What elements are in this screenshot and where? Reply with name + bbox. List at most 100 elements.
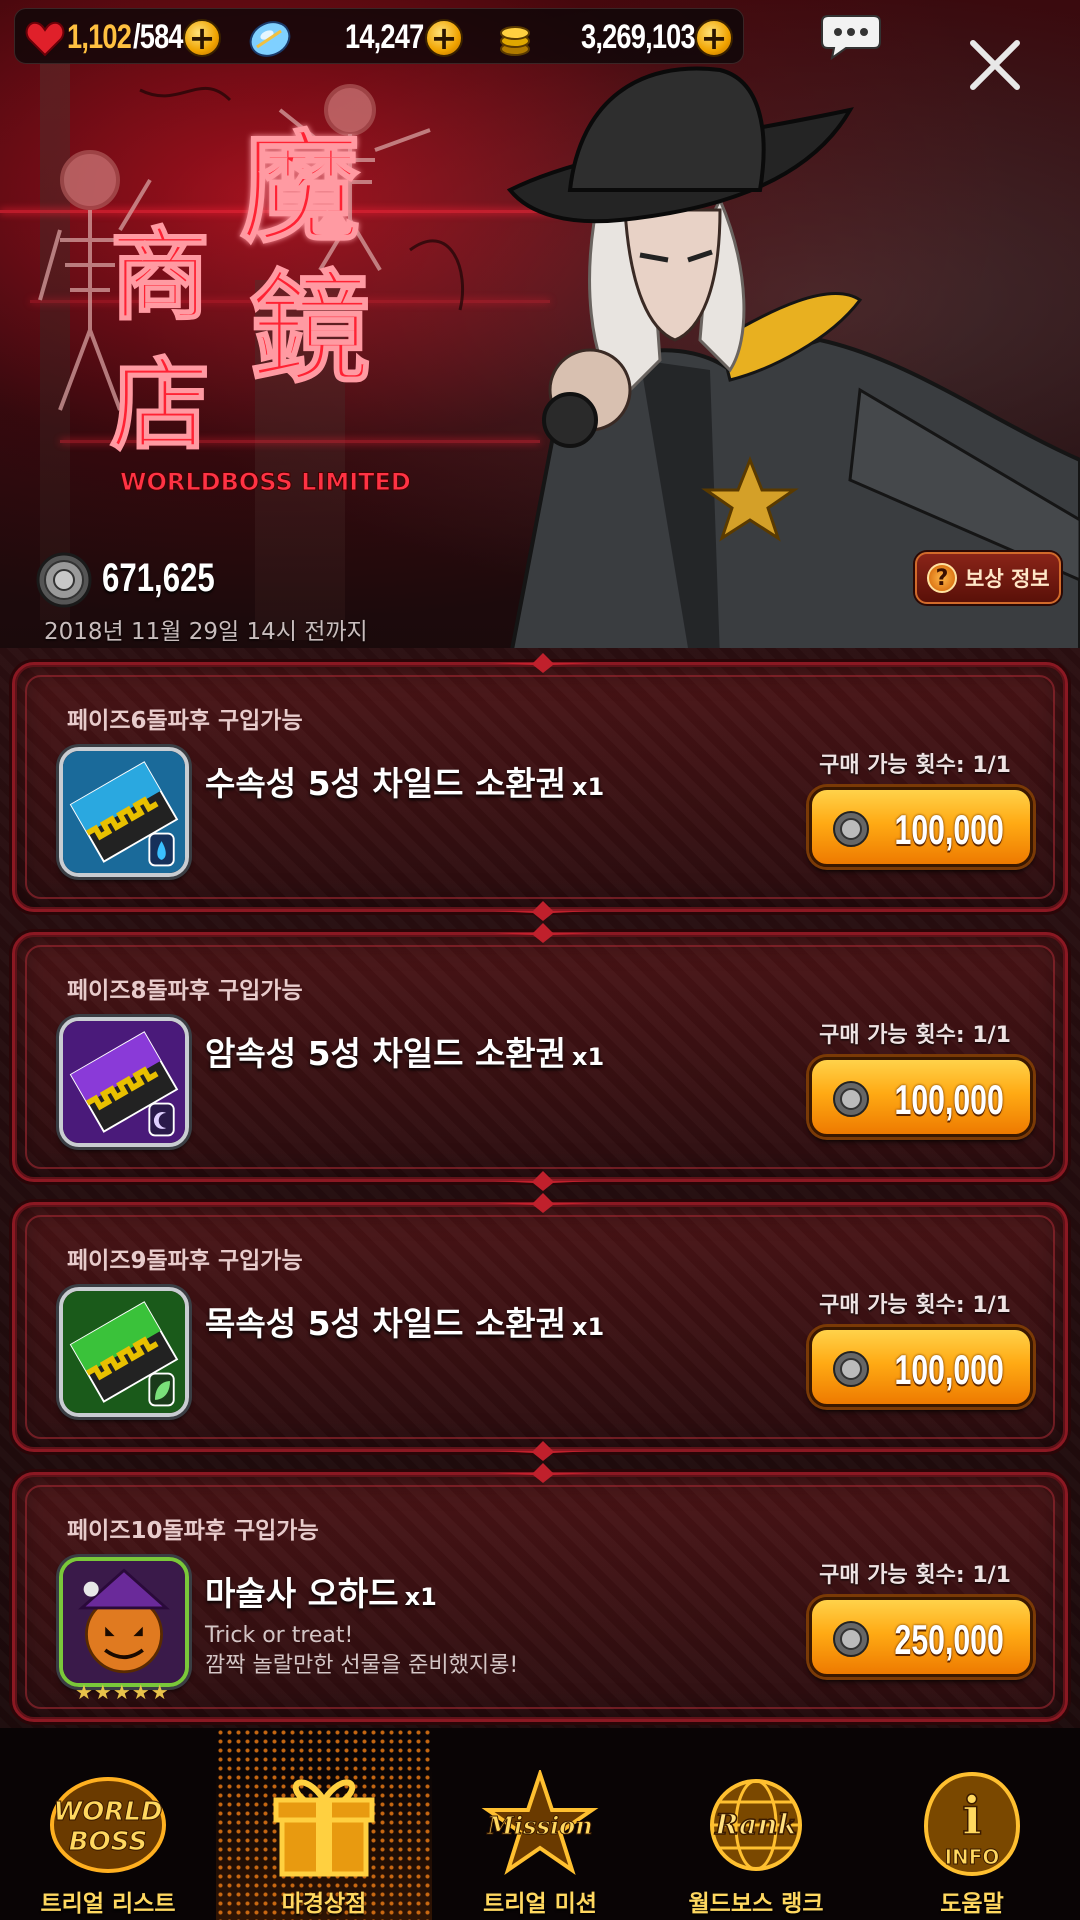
- item-name-text: 마술사 오하드: [205, 1574, 399, 1613]
- nav-label: 월드보스 랭크: [688, 1891, 824, 1917]
- nav-label: 마경상점: [281, 1891, 367, 1917]
- nav-item-trial-list[interactable]: WORLD BOSS 트리얼 리스트: [0, 1728, 216, 1920]
- logo-subtitle: WORLDBOSS LIMITED: [120, 468, 411, 496]
- svg-text:Mission: Mission: [486, 1811, 592, 1840]
- item-name: 암속성 5성 차일드 소환권 x1: [205, 1027, 604, 1075]
- rank-globe-icon: Rank: [710, 1779, 802, 1871]
- svg-text:INFO: INFO: [945, 1845, 1000, 1869]
- item-description-line: Trick or treat!: [205, 1623, 354, 1648]
- purchase-limit: 구매 가능 횟수: 1/1: [819, 1293, 1011, 1318]
- gold-value: 3,269,103: [581, 17, 696, 56]
- bottom-navigation: WORLD BOSS 트리얼 리스트 마경상점 Mission 트리얼 미션 R…: [0, 1728, 1080, 1920]
- svg-text:WORLD: WORLD: [54, 1797, 163, 1827]
- frame-ornament: [493, 1463, 593, 1483]
- plus-icon: +: [430, 19, 458, 57]
- item-price: 100,000: [894, 1346, 1004, 1393]
- buy-button[interactable]: 250,000: [809, 1597, 1033, 1677]
- item-price: 100,000: [894, 1076, 1004, 1123]
- boss-coin-icon: [833, 1351, 869, 1387]
- currency-bar: 1,102 /584 + 14,247 + 3,269,103 +: [14, 8, 744, 64]
- item-description-line: 깜짝 놀랄만한 선물을 준비했지롱!: [205, 1653, 519, 1678]
- summon-ticket-icon: [59, 1287, 189, 1417]
- frame-ornament: [493, 653, 593, 673]
- plus-icon: +: [700, 19, 728, 57]
- stamina-current: 1,102: [67, 17, 132, 56]
- boss-coin-balance: 671,625: [102, 556, 215, 600]
- purchase-limit: 구매 가능 횟수: 1/1: [819, 1023, 1011, 1048]
- item-quantity: x1: [572, 773, 605, 801]
- add-gold-button[interactable]: +: [695, 19, 733, 57]
- nav-label: 트리얼 리스트: [40, 1891, 176, 1917]
- close-icon[interactable]: [965, 35, 1025, 95]
- nav-item-trial-mission[interactable]: Mission 트리얼 미션: [432, 1728, 648, 1920]
- svg-text:Rank: Rank: [714, 1808, 797, 1841]
- shop-item: 페이즈9돌파후 구입가능 목속성 5성 차일드 소환권 x1 구매 가능 횟수: …: [12, 1193, 1068, 1461]
- question-icon: ?: [927, 563, 957, 593]
- item-unlock-condition: 페이즈8돌파후 구입가능: [67, 978, 303, 1004]
- item-price: 100,000: [894, 806, 1004, 853]
- buy-button[interactable]: 100,000: [809, 787, 1033, 867]
- item-quantity: x1: [404, 1583, 437, 1611]
- character-portrait-icon: [59, 1557, 189, 1687]
- star-rating: ★★★★★: [75, 1680, 170, 1704]
- buy-button[interactable]: 100,000: [809, 1057, 1033, 1137]
- shop-item: 페이즈6돌파후 구입가능 수속성 5성 차일드 소환권 x1 구매 가능 횟수: …: [12, 653, 1068, 921]
- shop-item: 페이즈8돌파후 구입가능 암속성 5성 차일드 소환권 x1 구매 가능 횟수: …: [12, 923, 1068, 1191]
- summon-ticket-icon: [59, 747, 189, 877]
- chat-icon[interactable]: [820, 14, 882, 60]
- heart-icon: [25, 21, 65, 57]
- svg-text:BOSS: BOSS: [69, 1827, 147, 1857]
- logo-char: 店: [110, 346, 210, 464]
- frame-ornament: [493, 1171, 593, 1191]
- logo-char: 魔: [240, 120, 360, 259]
- reward-info-button[interactable]: ? 보상 정보: [915, 552, 1061, 604]
- svg-text:i: i: [962, 1786, 982, 1847]
- item-description: Trick or treat! 깜짝 놀랄만한 선물을 준비했지롱!: [205, 1621, 518, 1681]
- gold-coin-icon: [500, 26, 530, 56]
- gems-value: 14,247: [345, 17, 424, 56]
- item-unlock-condition: 페이즈10돌파후 구입가능: [67, 1518, 319, 1544]
- summon-ticket-icon: [59, 1017, 189, 1147]
- shop-title-logo: 魔 魔 鏡 商 店 WORLDBOSS LIMITED: [109, 120, 411, 497]
- boss-coin-icon: [833, 1081, 869, 1117]
- item-name-text: 목속성 5성 차일드 소환권: [205, 1304, 567, 1343]
- shop-item: 페이즈10돌파후 구입가능 ★★★★★ 마술사 오하드 x1 Trick or t…: [12, 1463, 1068, 1722]
- buy-button[interactable]: 100,000: [809, 1327, 1033, 1407]
- nav-item-shop[interactable]: 마경상점: [216, 1728, 432, 1920]
- boss-coin-icon: [36, 552, 92, 608]
- item-name: 수속성 5성 차일드 소환권 x1: [205, 757, 604, 805]
- logo-char: 商: [110, 216, 210, 334]
- info-icon: i INFO: [923, 1771, 1021, 1877]
- frame-ornament: [493, 901, 593, 921]
- gem-icon: [249, 21, 291, 57]
- plus-icon: +: [188, 19, 216, 57]
- purchase-limit: 구매 가능 횟수: 1/1: [819, 1563, 1011, 1588]
- shop-item-list[interactable]: 페이즈6돌파후 구입가능 수속성 5성 차일드 소환권 x1 구매 가능 횟수: …: [0, 648, 1080, 1728]
- item-price: 250,000: [894, 1616, 1004, 1663]
- nav-item-help[interactable]: i INFO 도움말: [864, 1728, 1080, 1920]
- nav-item-world-boss-rank[interactable]: Rank 월드보스 랭크: [648, 1728, 864, 1920]
- item-quantity: x1: [572, 1043, 605, 1071]
- boss-coin-icon: [833, 1621, 869, 1657]
- item-quantity: x1: [572, 1313, 605, 1341]
- add-gems-button[interactable]: +: [425, 19, 463, 57]
- purchase-limit: 구매 가능 횟수: 1/1: [819, 753, 1011, 778]
- add-stamina-button[interactable]: +: [183, 19, 221, 57]
- item-unlock-condition: 페이즈6돌파후 구입가능: [67, 708, 303, 734]
- stamina-max: /584: [133, 17, 184, 56]
- nav-label: 도움말: [940, 1891, 1004, 1917]
- reward-info-label: 보상 정보: [965, 567, 1050, 591]
- world-boss-icon: WORLD BOSS: [50, 1777, 166, 1873]
- boss-coin-icon: [833, 811, 869, 847]
- item-name-text: 수속성 5성 차일드 소환권: [205, 764, 567, 803]
- mission-icon: Mission: [481, 1770, 599, 1875]
- frame-ornament: [493, 1441, 593, 1461]
- item-name: 목속성 5성 차일드 소환권 x1: [205, 1297, 604, 1345]
- sale-deadline: 2018년 11월 29일 14시 전까지: [44, 619, 368, 645]
- nav-label: 트리얼 미션: [483, 1891, 597, 1917]
- frame-ornament: [493, 1193, 593, 1213]
- item-name: 마술사 오하드 x1: [205, 1567, 437, 1615]
- logo-char: 鏡: [250, 258, 370, 399]
- item-unlock-condition: 페이즈9돌파후 구입가능: [67, 1248, 303, 1274]
- frame-ornament: [493, 923, 593, 943]
